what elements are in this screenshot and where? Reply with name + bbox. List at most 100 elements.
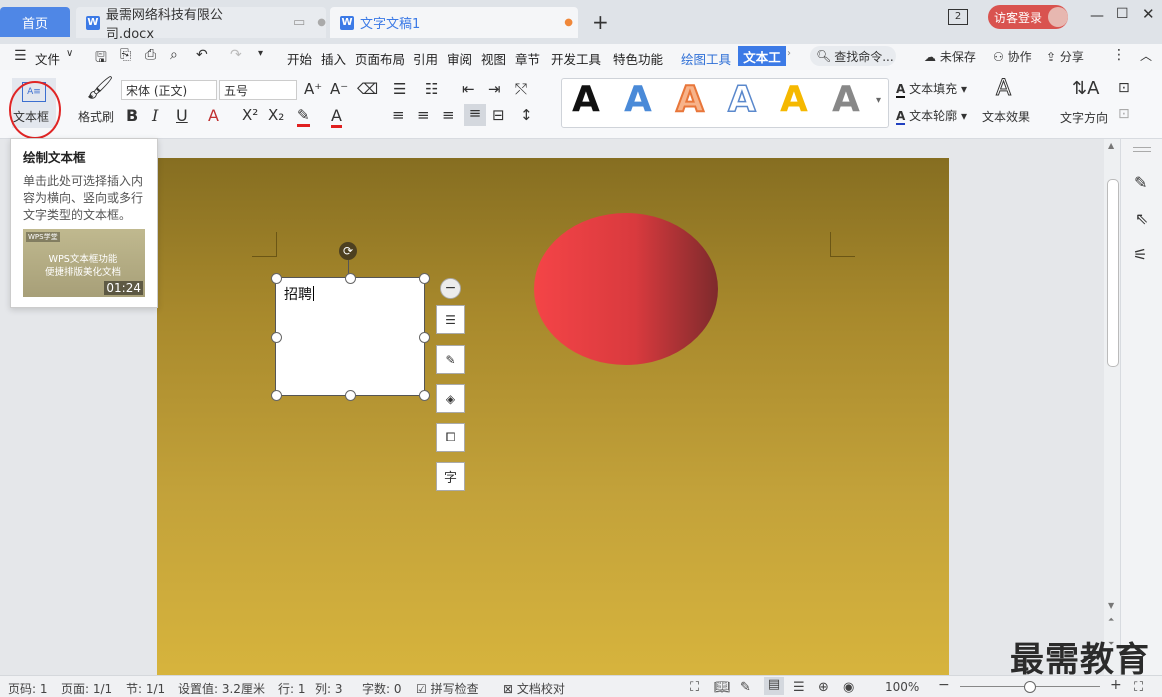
style-blue-outline[interactable]: A: [727, 78, 756, 121]
fit-page-icon[interactable]: ⛶: [1134, 680, 1143, 695]
rotate-handle-icon[interactable]: ⟳: [339, 242, 357, 260]
monitor-icon[interactable]: ▭: [293, 15, 305, 30]
redo-icon[interactable]: ↷: [230, 47, 242, 63]
scroll-thumb[interactable]: [1107, 179, 1119, 367]
fullscreen-icon[interactable]: ⛶: [690, 680, 699, 695]
web-view-icon[interactable]: ⊕: [818, 680, 829, 695]
share-button[interactable]: ⇪ 分享: [1046, 48, 1084, 65]
format-painter-icon[interactable]: 🖌︎: [86, 76, 114, 101]
create-link-icon[interactable]: ⊡: [1118, 106, 1130, 122]
tab-home[interactable]: 首页: [0, 7, 70, 37]
underline-icon[interactable]: U: [176, 106, 188, 125]
distribute-icon[interactable]: ⊟: [492, 106, 505, 124]
search-command-input[interactable]: 🔍︎ 查找命令...: [810, 46, 896, 66]
clear-format-icon[interactable]: ⌫: [357, 80, 378, 98]
font-name-select[interactable]: 宋体 (正文): [121, 80, 217, 100]
text-effect-icon[interactable]: A: [995, 76, 1011, 102]
window-count-badge[interactable]: 2: [948, 9, 968, 25]
highlight-color-icon[interactable]: ✎: [297, 106, 310, 127]
format-painter-label[interactable]: 格式刷: [78, 108, 114, 125]
ellipse-shape[interactable]: [533, 211, 719, 367]
menu-text-tools[interactable]: 文本工: [738, 46, 786, 66]
outline-view-icon[interactable]: ☰: [793, 680, 805, 695]
more-options-icon[interactable]: ⋮: [1112, 47, 1126, 63]
menu-drawing-tools[interactable]: 绘图工具: [681, 49, 731, 68]
write-mode-icon[interactable]: ✎: [740, 680, 751, 695]
menu-start[interactable]: 开始: [287, 49, 312, 68]
text-direction-label[interactable]: 文字方向: [1060, 109, 1108, 126]
customize-chevron-icon[interactable]: ▾: [258, 48, 263, 59]
style-gold[interactable]: A: [780, 79, 808, 120]
resize-handle-nw[interactable]: [271, 273, 282, 284]
style-black[interactable]: A: [572, 79, 600, 120]
shrink-font-icon[interactable]: A⁻: [330, 80, 348, 98]
panel-grip-icon[interactable]: [1133, 147, 1151, 152]
text-outline-button[interactable]: A 文本轮廓 ▾: [896, 107, 967, 125]
shape-fill-icon[interactable]: ◈: [436, 384, 465, 413]
zoom-out-icon[interactable]: −: [938, 677, 950, 693]
subscript-icon[interactable]: X₂: [268, 106, 284, 124]
strikethrough-icon[interactable]: A: [208, 106, 219, 125]
text-fill-button[interactable]: A 文本填充 ▾: [896, 80, 967, 98]
tab-document-2[interactable]: W 文字文稿1 ●: [330, 7, 578, 38]
cursor-select-icon[interactable]: ⇖: [1135, 209, 1148, 228]
menu-special[interactable]: 特色功能: [613, 49, 663, 68]
menu-review[interactable]: 审阅: [447, 49, 472, 68]
font-color-icon[interactable]: A: [331, 106, 342, 128]
vertical-scrollbar[interactable]: ▲ ▼ ⏶ ⏷: [1104, 139, 1120, 675]
resize-handle-ne[interactable]: [419, 273, 430, 284]
line-spacing-icon[interactable]: ↕: [520, 106, 533, 124]
status-page-code[interactable]: 页码: 1: [8, 680, 48, 697]
text-direction-icon[interactable]: ⇅A: [1072, 78, 1099, 99]
shape-outline-icon[interactable]: ✎: [436, 345, 465, 374]
gallery-more-icon[interactable]: ▾: [876, 95, 881, 106]
bold-icon[interactable]: B: [126, 106, 138, 125]
zoom-slider-thumb[interactable]: [1024, 681, 1036, 693]
grow-font-icon[interactable]: A⁺: [304, 80, 322, 98]
reading-mode-icon[interactable]: 📖︎: [714, 680, 731, 695]
doc-proof-button[interactable]: ⊠ 文档校对: [503, 680, 565, 697]
print-icon[interactable]: ⎙: [145, 47, 156, 63]
chevron-down-icon[interactable]: ∨: [66, 48, 73, 59]
undo-icon[interactable]: ↶: [196, 47, 208, 63]
save-icon[interactable]: 🖫: [95, 47, 107, 71]
status-pages[interactable]: 页面: 1/1: [61, 680, 112, 697]
layout-options-icon[interactable]: ☰: [436, 305, 465, 334]
bullet-list-icon[interactable]: ☰: [393, 80, 406, 98]
close-icon[interactable]: ✕: [1142, 5, 1155, 23]
resize-handle-se[interactable]: [419, 390, 430, 401]
menu-developer[interactable]: 开发工具: [551, 49, 601, 68]
minimize-icon[interactable]: —: [1090, 8, 1104, 24]
scroll-down-icon[interactable]: ▼: [1108, 601, 1114, 610]
zoom-in-icon[interactable]: +: [1110, 677, 1122, 693]
tooltip-video-thumbnail[interactable]: WPS学堂 WPS文本框功能 便捷排版美化文档 01:24: [23, 229, 145, 297]
prev-page-icon[interactable]: ⏶: [1108, 615, 1114, 625]
shape-frame-icon[interactable]: ⧠: [436, 423, 465, 452]
page-view-icon[interactable]: ▤: [764, 677, 784, 695]
align-left-icon[interactable]: ≡: [392, 106, 405, 124]
status-setting[interactable]: 设置值: 3.2厘米: [178, 680, 265, 697]
text-effect-label[interactable]: 文本效果: [982, 108, 1030, 125]
cloud-unsaved[interactable]: ☁ 未保存: [924, 48, 976, 65]
tab-document-1[interactable]: W 最需网络科技有限公司.docx ▭ ●: [76, 7, 326, 42]
style-gray[interactable]: A: [832, 79, 860, 120]
status-row[interactable]: 行: 1: [278, 680, 306, 697]
menu-section[interactable]: 章节: [515, 49, 540, 68]
guest-login-button[interactable]: 访客登录: [988, 5, 1068, 29]
resize-handle-w[interactable]: [271, 332, 282, 343]
status-col[interactable]: 列: 3: [315, 680, 343, 697]
hamburger-menu-icon[interactable]: ☰: [14, 48, 27, 64]
increase-indent-icon[interactable]: ⇥: [488, 80, 501, 98]
style-orange-outline[interactable]: A: [675, 78, 705, 121]
textbox-frame[interactable]: 招聘: [271, 273, 430, 401]
resize-handle-sw[interactable]: [271, 390, 282, 401]
status-word-count[interactable]: 字数: 0: [362, 680, 402, 697]
italic-icon[interactable]: I: [152, 106, 158, 125]
numbered-list-icon[interactable]: ☷: [425, 80, 438, 98]
menu-insert[interactable]: 插入: [321, 49, 346, 68]
font-size-select[interactable]: 五号: [219, 80, 297, 100]
new-tab-plus-icon[interactable]: +: [592, 10, 609, 34]
status-section[interactable]: 节: 1/1: [126, 680, 165, 697]
collapse-toolbar-icon[interactable]: −: [440, 278, 461, 299]
textbox-text[interactable]: 招聘: [284, 284, 312, 304]
